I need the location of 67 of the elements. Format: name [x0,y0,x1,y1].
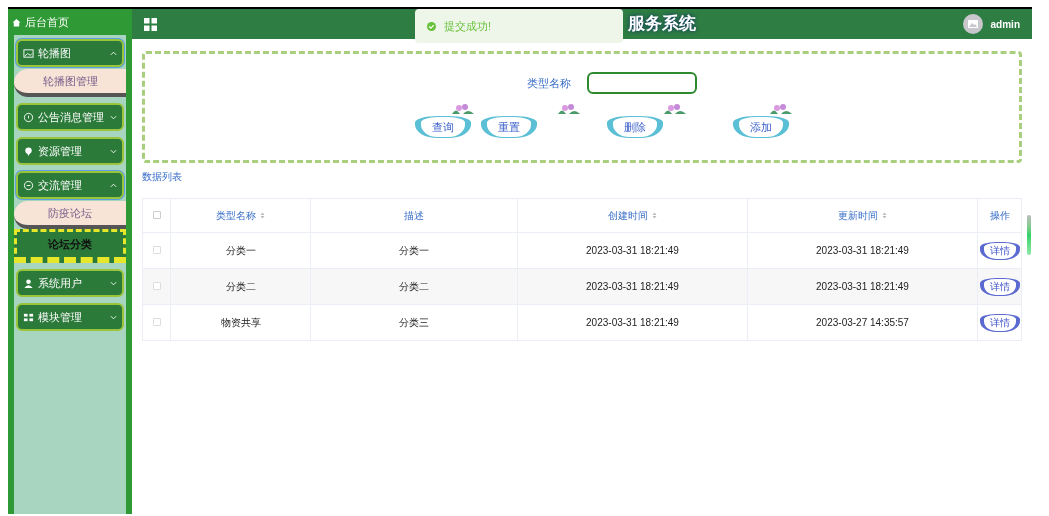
flower-icon [556,104,582,114]
user-icon [23,277,34,289]
ribbon-button[interactable]: 删除 [607,116,663,138]
table-cell: 2023-03-31 18:21:49 [816,245,909,256]
flower-icon [768,104,794,114]
menu-item[interactable]: 系统用户 [16,269,124,297]
chevron-down-icon [110,314,117,320]
table-cell: 2023-03-31 18:21:49 [586,281,679,292]
flower-icon [450,104,476,114]
checkbox[interactable] [152,211,161,219]
input-field[interactable] [587,72,697,94]
info-icon [23,111,34,123]
table-cell: 2023-03-31 18:21:49 [816,281,909,292]
image-icon [23,47,34,59]
menu-item[interactable]: 轮播图 [16,39,124,67]
table-cell: 分类一 [399,245,429,256]
sort-icon[interactable] [652,212,657,219]
table-cell: 分类一 [225,245,256,256]
details-button[interactable]: 详情 [979,313,1020,332]
chevron-down-icon [110,114,117,120]
chat-icon [23,179,34,191]
details-button[interactable]: 详情 [979,241,1020,260]
system-title: 服务系统 [628,13,696,36]
submenu-item[interactable]: 轮播图管理 [14,69,126,97]
menu-item[interactable]: 模块管理 [16,303,124,331]
ribbon-button[interactable]: 重置 [481,116,537,138]
scrollbar[interactable] [1027,215,1031,255]
sort-icon[interactable] [260,212,265,219]
table-cell: 2023-03-27 14:35:57 [816,317,909,328]
flower-icon [662,104,688,114]
column-header[interactable]: 创建时间 [608,208,657,223]
menu-item[interactable]: 交流管理 [16,171,124,199]
submenu-item[interactable]: 防疫论坛 [14,201,126,229]
table-cell: 分类二 [225,281,256,292]
menu-item[interactable]: 公告消息管理 [16,103,124,131]
checkbox[interactable] [152,282,161,290]
pin-icon [23,145,34,157]
menu-item[interactable]: 资源管理 [16,137,124,165]
table-cell: 物资共享 [220,317,261,328]
chevron-down-icon [110,148,117,154]
table-cell: 分类二 [399,281,429,292]
field-label: 类型名称 [527,75,571,91]
column-header[interactable]: 类型名称 [216,208,265,223]
submenu-item[interactable]: 论坛分类 [14,229,126,263]
details-button[interactable]: 详情 [979,277,1020,296]
ribbon-button[interactable]: 查询 [415,116,471,138]
column-header: 描述 [404,209,424,223]
home-icon [12,17,21,27]
grid-icon[interactable] [144,17,157,31]
column-header: 操作 [989,209,1010,223]
list-title: 数据列表 [142,170,183,184]
table-cell: 分类三 [399,317,429,328]
column-header[interactable]: 更新时间 [838,208,887,223]
sort-icon[interactable] [882,212,887,219]
toast-message: 提交成功! [444,18,492,34]
checkbox[interactable] [152,318,161,326]
success-icon [427,21,436,31]
chevron-up-icon [110,182,117,188]
ribbon-button[interactable]: 添加 [733,116,789,138]
username[interactable]: admin [990,16,1020,32]
grid-icon [23,311,34,323]
table-cell: 2023-03-31 18:21:49 [586,317,679,328]
avatar-icon[interactable] [962,14,983,34]
chevron-up-icon [110,50,117,56]
table-cell: 2023-03-31 18:21:49 [586,245,679,256]
chevron-down-icon [110,280,117,286]
checkbox[interactable] [152,246,161,254]
